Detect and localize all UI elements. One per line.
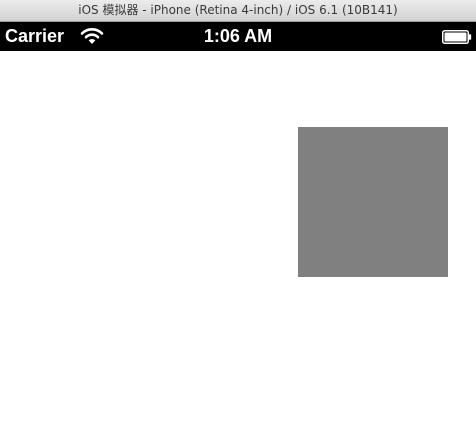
status-bar-clock: 1:06 AM	[203, 26, 273, 46]
simulator-window-titlebar[interactable]: iOS 模拟器 - iPhone (Retina 4-inch) / iOS 6…	[0, 0, 476, 22]
app-content-view	[0, 51, 476, 428]
gray-square-view	[298, 127, 448, 277]
ios-status-bar: Carrier 1:06 AM	[0, 22, 476, 51]
window-title: iOS 模拟器 - iPhone (Retina 4-inch) / iOS 6…	[78, 3, 398, 17]
battery-full-icon	[442, 30, 472, 44]
